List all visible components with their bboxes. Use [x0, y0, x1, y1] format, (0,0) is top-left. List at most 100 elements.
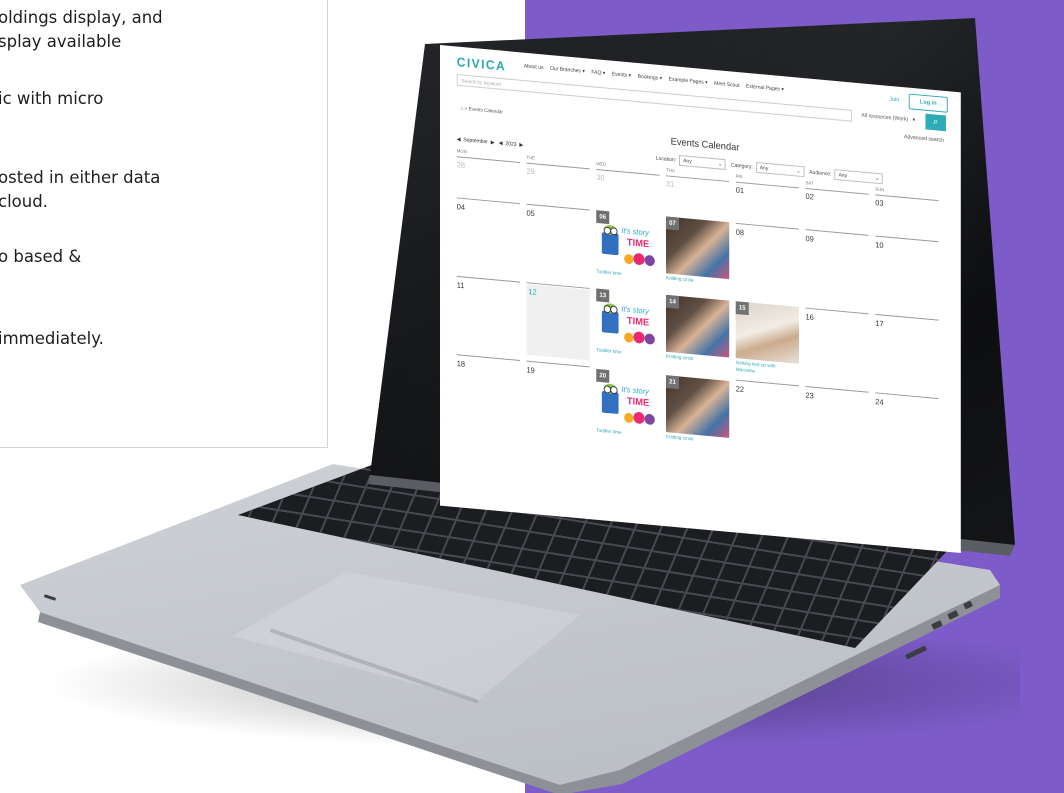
- laptop-screen: CIVICA About us Our Branches ▾ FAQ ▾ Eve…: [440, 45, 961, 553]
- day-12-today[interactable]: 12: [528, 287, 536, 297]
- chevron-down-icon: ⌄: [717, 161, 723, 168]
- divider: [875, 392, 939, 400]
- menu-events[interactable]: Events ▾: [612, 71, 631, 79]
- event-card-13[interactable]: It's story TIME 13 Toddler time: [596, 288, 660, 361]
- event-date-badge: 13: [596, 288, 610, 303]
- audience-value: Any: [838, 172, 848, 180]
- menu-about-us[interactable]: About us: [524, 63, 544, 71]
- menu-our-branches[interactable]: Our Branches ▾: [550, 66, 585, 75]
- menu-example-pages[interactable]: Example Pages ▾: [669, 77, 708, 86]
- event-date-badge: 14: [665, 294, 680, 309]
- event-title[interactable]: Knitting circle: [666, 434, 694, 442]
- day-18[interactable]: 18: [457, 359, 465, 369]
- advanced-search-link[interactable]: Advanced search: [904, 134, 944, 144]
- dot-icon: [644, 413, 655, 426]
- audience-label: Audience:: [809, 169, 832, 178]
- event-title[interactable]: Toddler time: [596, 347, 621, 355]
- day-name-mon: MON: [456, 148, 467, 155]
- year-label: 2023: [505, 141, 517, 149]
- category-value: Any: [759, 165, 769, 172]
- event-card-14[interactable]: 14 Knitting circle: [665, 294, 730, 367]
- event-title[interactable]: Toddler time: [596, 428, 621, 436]
- day-11[interactable]: 11: [457, 281, 465, 291]
- day-name-thu: THU: [665, 167, 675, 174]
- feature-text-panel: oldings display, and splay available ic …: [0, 0, 328, 448]
- day-name-fri: FRI: [735, 173, 743, 180]
- event-card-21[interactable]: 21 Knitting circle: [665, 375, 730, 447]
- location-select[interactable]: Any ⌄: [679, 154, 726, 170]
- book-icon: [601, 390, 619, 415]
- prev-year-icon[interactable]: ◀: [499, 141, 503, 147]
- day-01[interactable]: 01: [736, 186, 744, 196]
- day-24[interactable]: 24: [875, 397, 883, 407]
- event-title[interactable]: Getting tied up with Macrame: [736, 360, 781, 378]
- category-select[interactable]: Any ⌄: [755, 161, 805, 178]
- day-19[interactable]: 19: [526, 365, 534, 375]
- eye-icon: [610, 385, 618, 395]
- storytime-time: TIME: [626, 396, 650, 409]
- day-05[interactable]: 05: [526, 209, 534, 219]
- audience-select[interactable]: Any ⌄: [834, 169, 884, 185]
- storytime-time: TIME: [626, 315, 650, 329]
- day-22[interactable]: 22: [736, 385, 744, 395]
- day-16[interactable]: 16: [805, 312, 813, 322]
- day-23[interactable]: 23: [805, 391, 813, 401]
- day-28[interactable]: 28: [457, 160, 465, 170]
- next-year-icon[interactable]: ▶: [519, 142, 523, 148]
- book-icon: [601, 232, 619, 256]
- eye-icon: [610, 305, 618, 315]
- divider: [805, 229, 869, 236]
- resource-select[interactable]: All resources (Work): [861, 113, 908, 123]
- category-label: Category:: [730, 162, 753, 171]
- event-card-07[interactable]: 07 Knitting circle: [665, 216, 730, 288]
- event-card-15[interactable]: 15 Getting tied up with Macrame: [735, 301, 799, 375]
- location-value: Any: [683, 158, 692, 165]
- day-10[interactable]: 10: [875, 240, 883, 250]
- join-link[interactable]: Join: [889, 97, 899, 104]
- day-30[interactable]: 30: [596, 173, 604, 183]
- day-04[interactable]: 04: [457, 202, 465, 212]
- menu-meet-scout[interactable]: Meet Scout: [714, 81, 739, 89]
- event-card-06[interactable]: It's story TIME 06 Toddler time: [596, 210, 660, 282]
- event-title[interactable]: Knitting circle: [666, 275, 694, 283]
- chevron-down-icon[interactable]: ▾: [912, 116, 915, 123]
- divider: [875, 313, 939, 321]
- breadcrumb[interactable]: ⌂ > Events Calendar: [460, 106, 502, 116]
- event-card-20[interactable]: It's story TIME 20 Toddler time: [596, 368, 660, 441]
- event-title[interactable]: Knitting circle: [666, 354, 694, 362]
- login-button[interactable]: Log in: [908, 93, 948, 113]
- chevron-down-icon: ⌄: [875, 175, 880, 183]
- divider: [735, 379, 799, 387]
- day-08[interactable]: 08: [736, 228, 744, 238]
- day-09[interactable]: 09: [805, 234, 813, 244]
- storytime-text: It's story: [621, 226, 649, 238]
- dot-icon: [633, 331, 645, 344]
- day-03[interactable]: 03: [875, 198, 883, 208]
- event-date-badge: 06: [596, 210, 610, 225]
- divider: [805, 385, 869, 393]
- dot-icon: [624, 412, 634, 424]
- location-label: Location:: [655, 155, 677, 164]
- search-button[interactable]: ⌕: [925, 113, 946, 132]
- divider: [735, 222, 799, 230]
- storytime-text: It's story: [621, 304, 649, 316]
- month-label: September: [463, 137, 488, 146]
- day-02[interactable]: 02: [805, 192, 813, 202]
- next-month-icon[interactable]: ▶: [491, 140, 495, 146]
- day-31[interactable]: 31: [666, 179, 674, 189]
- prev-month-icon[interactable]: ◀: [457, 137, 461, 143]
- event-title[interactable]: Toddler time: [596, 269, 621, 277]
- civica-logo[interactable]: CIVICA: [457, 54, 506, 73]
- storytime-text: It's story: [621, 384, 649, 397]
- storytime-time: TIME: [626, 237, 650, 251]
- menu-external-pages[interactable]: External Pages ▾: [746, 84, 784, 93]
- day-29[interactable]: 29: [526, 167, 534, 177]
- menu-faq[interactable]: FAQ ▾: [591, 70, 605, 77]
- menu-bookings[interactable]: Bookings ▾: [638, 74, 663, 82]
- day-17[interactable]: 17: [875, 319, 883, 329]
- dot-icon: [633, 411, 645, 425]
- day-name-sun: SUN: [875, 186, 885, 193]
- dot-icon: [644, 254, 655, 267]
- event-date-badge: 15: [735, 301, 749, 316]
- book-icon: [601, 310, 619, 334]
